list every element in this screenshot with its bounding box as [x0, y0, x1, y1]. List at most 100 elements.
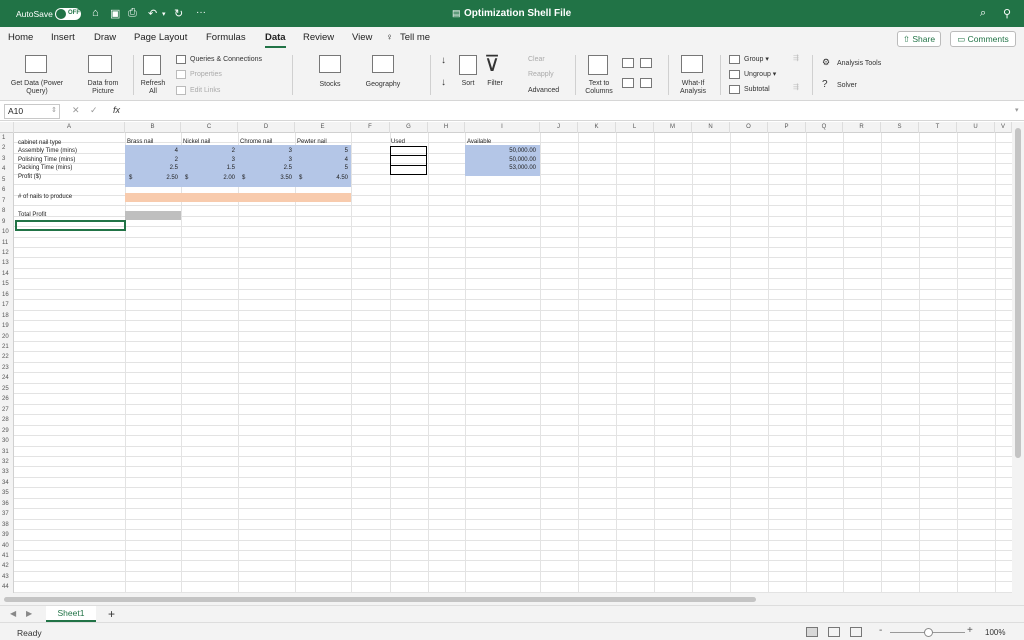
cell-a4[interactable]: Packing Time (mins) [18, 165, 72, 172]
row-header[interactable]: 40 [0, 543, 14, 549]
filter-icon[interactable]: ⊽ [484, 53, 500, 75]
row-header[interactable]: 5 [0, 177, 14, 183]
vertical-scrollbar[interactable] [1012, 122, 1024, 594]
active-cell-a10[interactable] [15, 220, 126, 231]
data-validation-icon[interactable] [640, 58, 652, 68]
cell-b1[interactable]: Brass nail [127, 139, 153, 146]
more-commands-icon[interactable]: ··· [196, 7, 206, 18]
row-header[interactable]: 22 [0, 354, 14, 360]
cell-c1[interactable]: Nickel nail [183, 139, 210, 146]
row-header[interactable]: 4 [0, 166, 14, 172]
row-header[interactable]: 30 [0, 438, 14, 444]
what-if-analysis-button[interactable]: What-If Analysis [672, 80, 714, 96]
col-header-t[interactable]: T [919, 122, 957, 133]
tab-home[interactable]: Home [8, 32, 33, 43]
row-header[interactable]: 42 [0, 563, 14, 569]
col-header-k[interactable]: K [578, 122, 616, 133]
col-header-u[interactable]: U [957, 122, 995, 133]
undo-icon[interactable]: ↶ [148, 7, 157, 20]
row-header[interactable]: 35 [0, 490, 14, 496]
row-header[interactable]: 23 [0, 365, 14, 371]
row-header[interactable]: 19 [0, 323, 14, 329]
enter-icon[interactable]: ✓ [90, 105, 98, 116]
next-sheet-icon[interactable]: ▶ [26, 609, 32, 618]
page-break-view-icon[interactable] [850, 627, 862, 637]
row-header[interactable]: 28 [0, 417, 14, 423]
horizontal-scrollbar[interactable] [0, 593, 1024, 605]
col-header-r[interactable]: R [843, 122, 881, 133]
cell-a9[interactable]: Total Profit [18, 212, 46, 219]
cell-a1[interactable]: cabinet nail type [18, 140, 61, 147]
flash-fill-icon[interactable] [622, 58, 634, 68]
row-header[interactable]: 27 [0, 407, 14, 413]
cell-i1[interactable]: Available [467, 139, 491, 146]
get-data-icon[interactable] [25, 55, 47, 73]
cell-b4[interactable]: 2.5 [125, 165, 178, 172]
col-header-a[interactable]: A [14, 122, 125, 133]
col-header-l[interactable]: L [616, 122, 654, 133]
name-box-stepper-icon[interactable]: ⇕ [51, 106, 57, 114]
col-header-h[interactable]: H [428, 122, 465, 133]
zoom-slider-knob[interactable] [924, 628, 933, 637]
stocks-button[interactable]: Stocks [310, 81, 350, 89]
tab-draw[interactable]: Draw [94, 32, 116, 43]
col-header-n[interactable]: N [692, 122, 730, 133]
normal-view-icon[interactable] [806, 627, 818, 637]
comments-button[interactable]: ▭ Comments [950, 31, 1016, 47]
cell-c4[interactable]: 1.5 [181, 165, 235, 172]
geography-button[interactable]: Geography [358, 81, 408, 89]
cell-c2[interactable]: 2 [181, 148, 235, 155]
fx-icon[interactable]: fx [113, 105, 120, 115]
row-header[interactable]: 16 [0, 292, 14, 298]
sort-descending-icon[interactable]: ↓ [441, 78, 446, 88]
cell-i2[interactable]: 50,000.00 [465, 148, 536, 155]
save-icon[interactable]: ▣ [110, 7, 120, 20]
cell-i3[interactable]: 50,000.00 [465, 157, 536, 164]
advanced-button[interactable]: Advanced [528, 87, 559, 95]
cell-c3[interactable]: 3 [181, 157, 235, 164]
row-header[interactable]: 43 [0, 574, 14, 580]
undo-dropdown-icon[interactable]: ▾ [162, 10, 166, 18]
what-if-icon[interactable] [681, 55, 703, 73]
document-title[interactable]: Optimization Shell File [464, 8, 571, 19]
page-layout-view-icon[interactable] [828, 627, 840, 637]
filter-button[interactable]: Filter [483, 80, 507, 88]
select-all-corner[interactable] [0, 122, 14, 133]
add-sheet-button[interactable]: + [108, 607, 115, 621]
row-header[interactable]: 44 [0, 584, 14, 590]
row-header[interactable]: 12 [0, 250, 14, 256]
get-data-button[interactable]: Get Data (Power Query) [2, 80, 72, 96]
cell-a5[interactable]: Profit ($) [18, 174, 41, 181]
vertical-scroll-thumb[interactable] [1015, 128, 1021, 458]
text-to-columns-button[interactable]: Text to Columns [578, 80, 620, 96]
zoom-level[interactable]: 100% [985, 628, 1005, 637]
expand-formula-icon[interactable]: ▾ [1015, 106, 1019, 114]
col-header-j[interactable]: J [540, 122, 578, 133]
cell-b2[interactable]: 4 [125, 148, 178, 155]
row-header[interactable]: 39 [0, 532, 14, 538]
data-from-picture-icon[interactable] [88, 55, 112, 73]
share-button[interactable]: ⇧ Share [897, 31, 941, 47]
remove-duplicates-icon[interactable] [622, 78, 634, 88]
subtotal-button[interactable]: Subtotal [744, 86, 770, 94]
cell-b5[interactable]: 2.50 [125, 175, 178, 182]
refresh-icon[interactable] [143, 55, 161, 75]
col-header-e[interactable]: E [295, 122, 351, 133]
col-header-i[interactable]: I [465, 122, 540, 133]
tab-view[interactable]: View [352, 32, 372, 43]
col-header-v[interactable]: V [995, 122, 1012, 133]
col-header-f[interactable]: F [351, 122, 390, 133]
zoom-in-icon[interactable]: + [967, 625, 973, 636]
col-header-g[interactable]: G [390, 122, 428, 133]
row-header[interactable]: 38 [0, 522, 14, 528]
col-header-m[interactable]: M [654, 122, 692, 133]
col-header-q[interactable]: Q [806, 122, 843, 133]
row-header[interactable]: 24 [0, 375, 14, 381]
cell-d1[interactable]: Chrome nail [240, 139, 272, 146]
row-header[interactable]: 14 [0, 271, 14, 277]
row-header[interactable]: 37 [0, 511, 14, 517]
row-header[interactable]: 3 [0, 156, 14, 162]
cell-d2[interactable]: 3 [238, 148, 292, 155]
row-header[interactable]: 41 [0, 553, 14, 559]
prev-sheet-icon[interactable]: ◀ [10, 609, 16, 618]
